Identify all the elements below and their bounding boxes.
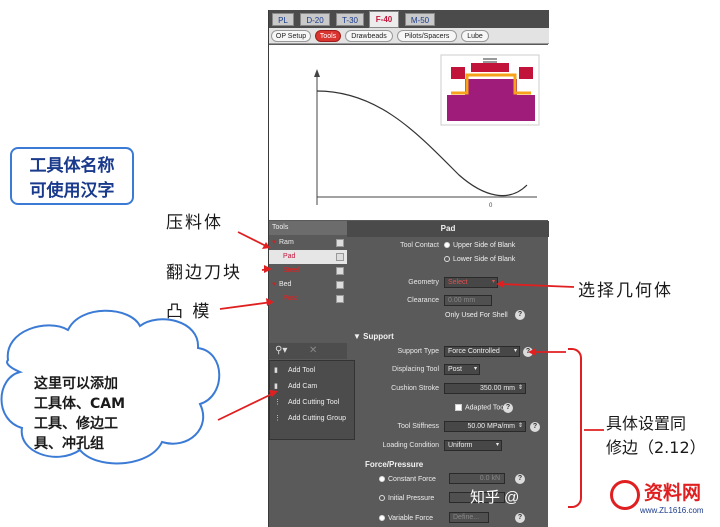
- arrow-to-post: [219, 301, 273, 310]
- arrowhead: [264, 265, 272, 273]
- arrowhead: [496, 280, 504, 288]
- settings-note-annotation: 具体设置同 修边（2.12）: [606, 412, 706, 460]
- annotation-line: 修边（2.12）: [606, 438, 706, 457]
- annotation-line: 工具体、CAM: [34, 396, 126, 412]
- annotation-line: 具、冲孔组: [34, 436, 104, 452]
- zhihu-watermark: 知乎 @: [470, 489, 520, 506]
- arrowhead: [266, 298, 274, 306]
- site-url: www.ZL1616.com: [640, 506, 704, 515]
- annotation-line: 这里可以添加: [34, 376, 118, 392]
- site-logo: 资料网 www.ZL1616.com: [610, 476, 716, 522]
- site-logo-text: 资料网: [644, 482, 702, 504]
- arrowhead: [528, 348, 536, 356]
- settings-brace: [568, 348, 582, 508]
- annotation-line: 具体设置同: [606, 414, 687, 433]
- cloud-annotation-text: 这里可以添加 工具体、CAM 工具、修边工 具、冲孔组: [34, 374, 194, 454]
- arrow-to-menu: [217, 391, 277, 421]
- arrowhead: [269, 390, 278, 397]
- arrow-to-geometry: [499, 283, 575, 288]
- annotation-line: 工具、修边工: [34, 416, 118, 432]
- logo-ring-icon: [610, 480, 640, 510]
